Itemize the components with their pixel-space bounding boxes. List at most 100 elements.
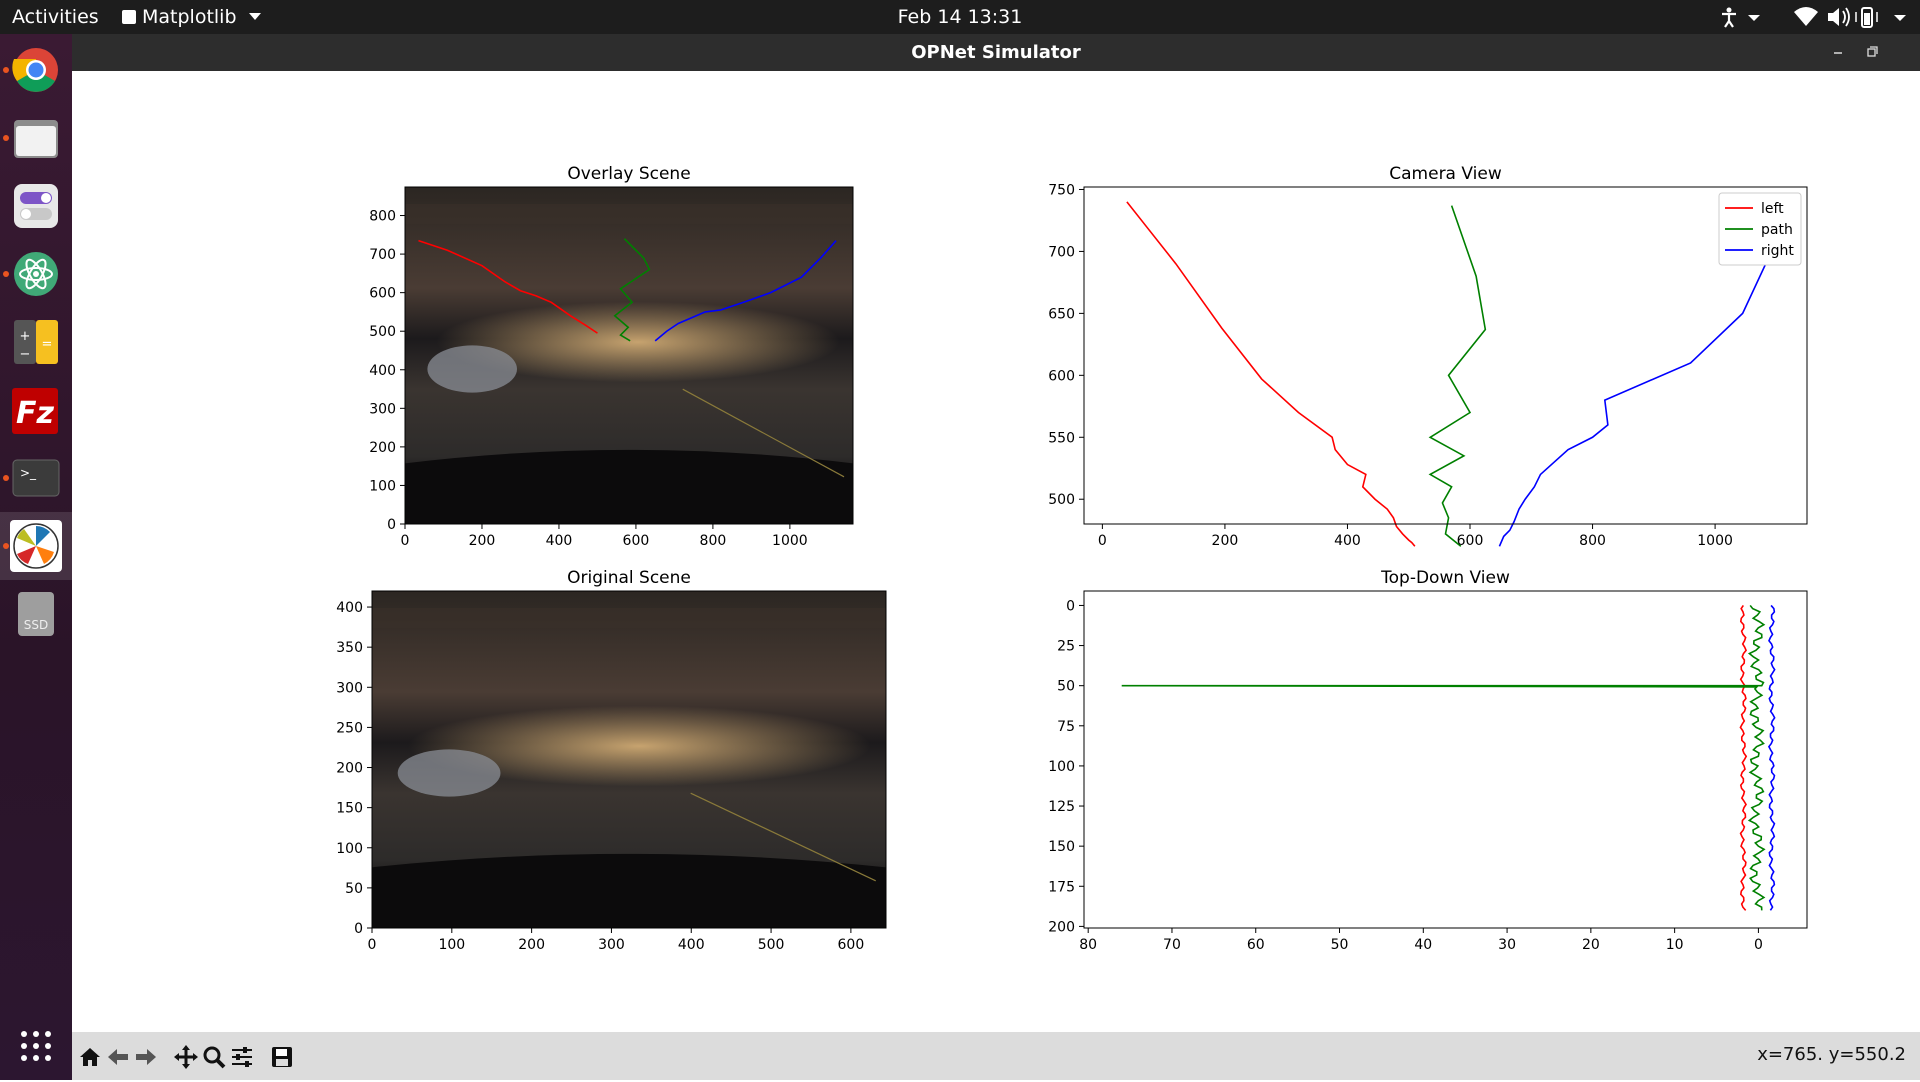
x-tick-label: 400 <box>1334 533 1361 549</box>
app-menu[interactable]: Matplotlib <box>122 0 261 34</box>
x-tick-label: 200 <box>1212 533 1239 549</box>
activities-button[interactable]: Activities <box>12 0 99 34</box>
dock-item-atom[interactable] <box>0 240 72 308</box>
y-tick-label: 400 <box>336 600 363 616</box>
accessibility-menu[interactable] <box>1718 0 1766 34</box>
left-line <box>1739 604 1748 911</box>
y-tick-label: 200 <box>336 761 363 777</box>
system-menu[interactable] <box>1792 0 1912 34</box>
top-bar: Activities Matplotlib Feb 14 13:31 <box>0 0 1920 34</box>
y-tick-label: 700 <box>369 247 396 263</box>
right-line <box>1767 604 1776 911</box>
overlay-scene-axes: 0 200 400 600 800 1000 0 100 200 300 400 500 600 700 8… <box>369 164 854 549</box>
axes-title: Overlay Scene <box>567 164 690 184</box>
y-tick-label: 150 <box>1048 839 1075 855</box>
y-tick-label: 400 <box>369 363 396 379</box>
home-icon <box>80 1048 100 1066</box>
running-indicator <box>3 67 9 73</box>
running-indicator <box>3 543 9 549</box>
x-tick-label: 0 <box>1098 533 1107 549</box>
axes-frame <box>1083 590 1808 929</box>
y-tick-label: 175 <box>1048 879 1075 895</box>
x-tick-label: 0 <box>368 937 377 953</box>
x-tick-label: 1000 <box>772 533 808 549</box>
legend: left path right <box>1718 192 1802 266</box>
y-tick-label: 650 <box>1048 306 1075 322</box>
forward-arrow-icon <box>136 1049 156 1065</box>
path-line <box>1121 604 1766 911</box>
configure-subplots-icon <box>232 1047 252 1067</box>
x-tick-label: 50 <box>1331 937 1349 953</box>
y-tick-label: 350 <box>336 640 363 656</box>
configure-subplots-button[interactable] <box>228 1043 256 1071</box>
zoom-button[interactable] <box>200 1043 228 1071</box>
y-tick-label: 700 <box>1048 244 1075 260</box>
dock-item-files[interactable] <box>0 104 72 172</box>
dock-item-chrome[interactable] <box>0 36 72 104</box>
dock-item-filezilla[interactable]: Fz <box>0 376 72 444</box>
back-arrow-icon <box>108 1049 128 1065</box>
x-tick-label: 80 <box>1079 937 1097 953</box>
forward-button[interactable] <box>132 1043 160 1071</box>
camera-view-axes: 0 200 400 600 800 1000 500 550 600 650 700 750 Camer… <box>1048 164 1808 549</box>
figure-canvas[interactable]: 0 200 400 600 800 1000 0 100 200 300 400 500 600 700 8… <box>72 71 1920 1032</box>
y-tick-label: 50 <box>1057 679 1075 695</box>
x-tick-label: 20 <box>1582 937 1600 953</box>
legend-label-path: path <box>1761 222 1793 238</box>
dock-item-calculator[interactable]: + − = <box>0 308 72 376</box>
running-indicator <box>3 135 9 141</box>
clock[interactable]: Feb 14 13:31 <box>0 0 1920 34</box>
x-tick-label: 100 <box>438 937 465 953</box>
x-tick-label: 500 <box>758 937 785 953</box>
wifi-icon <box>1794 7 1818 26</box>
files-icon <box>14 120 58 158</box>
y-tick-label: 200 <box>1048 919 1075 935</box>
chevron-down-icon <box>248 13 261 20</box>
x-tick-label: 600 <box>1457 533 1484 549</box>
y-tick-label: 800 <box>369 209 396 225</box>
ssd-label: SSD <box>23 618 49 632</box>
x-tick-label: 600 <box>623 533 650 549</box>
original-scene-axes: 0 100 200 300 400 500 600 0 50 100 150 200 250 300 350… <box>336 568 887 953</box>
y-tick-label: 200 <box>369 440 396 456</box>
x-tick-label: 300 <box>598 937 625 953</box>
back-button[interactable] <box>104 1043 132 1071</box>
window-titlebar[interactable]: OPNet Simulator <box>72 34 1920 71</box>
x-tick-label: 1000 <box>1697 533 1733 549</box>
y-tick-label: 0 <box>354 921 363 937</box>
dock-item-matplotlib[interactable] <box>0 512 72 580</box>
app-grid-icon <box>21 1031 51 1061</box>
x-tick-label: 800 <box>1579 533 1606 549</box>
dock-item-ssd[interactable]: SSD <box>0 580 72 648</box>
matplotlib-icon <box>10 520 62 572</box>
system-status-icons <box>1794 7 1906 28</box>
atom-icon <box>14 252 58 296</box>
dock-item-settings[interactable] <box>0 172 72 240</box>
save-button[interactable] <box>268 1043 296 1071</box>
zoom-icon <box>203 1046 226 1069</box>
legend-label-right: right <box>1761 243 1794 259</box>
axes-title: Camera View <box>1389 164 1502 184</box>
drive-icon <box>18 592 54 636</box>
show-applications-button[interactable] <box>0 1010 72 1078</box>
x-tick-label: 0 <box>401 533 410 549</box>
x-tick-label: 400 <box>678 937 705 953</box>
left-line <box>1126 201 1416 547</box>
y-tick-label: 750 <box>1048 182 1075 198</box>
home-button[interactable] <box>76 1043 104 1071</box>
y-tick-label: 250 <box>336 720 363 736</box>
minimize-button[interactable] <box>1830 44 1846 60</box>
y-tick-label: 75 <box>1057 719 1075 735</box>
y-tick-label: 100 <box>1048 759 1075 775</box>
scene-dashboard <box>372 853 886 928</box>
maximize-button[interactable] <box>1864 44 1880 60</box>
pan-button[interactable] <box>172 1043 200 1071</box>
dock-item-terminal[interactable]: >_ <box>0 444 72 512</box>
restore-icon <box>1867 46 1878 57</box>
running-indicator <box>3 271 9 277</box>
x-tick-label: 200 <box>518 937 545 953</box>
svg-text:=: = <box>42 337 53 352</box>
top-down-view-axes: 80 70 60 50 40 30 20 10 00255075100125150175200T… <box>1048 568 1808 953</box>
scene-ceiling-beam <box>405 203 853 225</box>
app-menu-label: Matplotlib <box>142 6 237 28</box>
